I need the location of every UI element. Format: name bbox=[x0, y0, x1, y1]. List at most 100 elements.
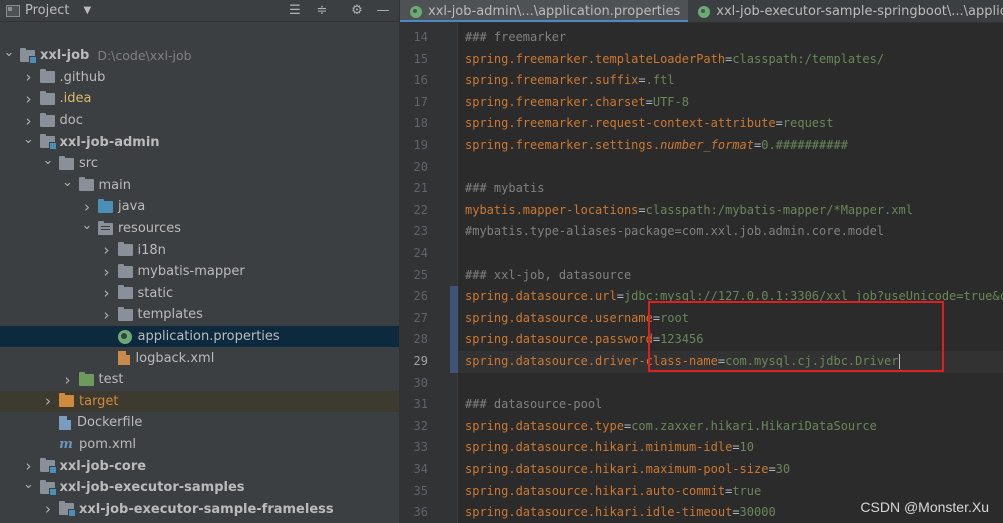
code-line: ### freemarker bbox=[458, 27, 1003, 49]
tree-item[interactable]: › i18n bbox=[0, 239, 399, 261]
operator: = bbox=[768, 462, 776, 476]
tree-item[interactable]: m pom.xml bbox=[0, 434, 399, 456]
tree-item-label: xxl-job-admin bbox=[59, 134, 160, 150]
maven-icon: m bbox=[59, 437, 73, 453]
chevron-down-icon[interactable]: ⌄ bbox=[80, 218, 94, 233]
property-key: spring.freemarker.charset bbox=[465, 94, 646, 109]
chevron-right-icon[interactable]: › bbox=[100, 284, 114, 302]
tree-item[interactable]: › mybatis-mapper bbox=[0, 261, 399, 283]
project-path: D:\code\xxl-job bbox=[97, 48, 192, 64]
property-key: spring.datasource.type bbox=[465, 418, 624, 433]
tree-item[interactable]: › java bbox=[0, 196, 399, 218]
tree-item-label: target bbox=[79, 393, 119, 409]
chevron-right-icon[interactable]: › bbox=[22, 112, 36, 130]
code-line: spring.freemarker.request-context-attrib… bbox=[458, 113, 1003, 135]
chevron-right-icon[interactable]: › bbox=[61, 371, 75, 389]
project-view-icon bbox=[6, 4, 20, 17]
tree-item[interactable]: › templates bbox=[0, 304, 399, 326]
tree-item-label: main bbox=[98, 177, 131, 193]
property-value: classpath:/mybatis-mapper/*Mapper.xml bbox=[645, 202, 913, 217]
tree-item[interactable]: › target bbox=[0, 390, 399, 413]
folder-icon bbox=[59, 155, 74, 170]
editor-tab-label: xxl-job-executor-sample-springboot\...\a… bbox=[716, 4, 1003, 19]
folder-icon bbox=[39, 90, 55, 105]
tree-item-label: application.properties bbox=[137, 329, 280, 345]
chevron-down-icon[interactable]: ⌄ bbox=[61, 175, 75, 190]
tree-item[interactable]: ⌄ xxl-job-executor-samples bbox=[0, 477, 399, 499]
code-line: spring.freemarker.settings.number_format… bbox=[458, 135, 1003, 157]
line-number: 32 bbox=[413, 418, 428, 433]
line-number: 14 bbox=[413, 30, 428, 44]
tree-item[interactable]: › test bbox=[0, 369, 399, 391]
tree-item[interactable]: ⌄ main bbox=[0, 175, 399, 197]
tree-item[interactable]: Dockerfile bbox=[0, 412, 399, 434]
code-line: spring.freemarker.templateLoaderPath=cla… bbox=[458, 49, 1003, 71]
gear-icon[interactable]: ⚙ bbox=[348, 2, 366, 20]
comment: ### freemarker bbox=[465, 30, 567, 44]
chevron-right-icon[interactable]: › bbox=[22, 90, 36, 108]
tree-item[interactable]: › doc bbox=[0, 110, 399, 132]
editor-tab[interactable]: xxl-job-admin\...\application.properties bbox=[400, 0, 689, 22]
chevron-down-icon[interactable]: ▼ bbox=[83, 5, 91, 16]
tree-item[interactable]: application.properties bbox=[0, 325, 399, 348]
chevron-right-icon[interactable]: › bbox=[100, 306, 114, 324]
property-key: spring.freemarker.request-context-attrib… bbox=[465, 116, 776, 131]
property-key: spring.datasource.hikari.maximum-pool-si… bbox=[465, 462, 769, 476]
property-value: classpath:/templates/ bbox=[732, 51, 885, 66]
chevron-down-icon[interactable]: ⌄ bbox=[41, 153, 55, 168]
operator: = bbox=[775, 116, 783, 131]
tree-item[interactable]: ⌄ xxl-job-admin bbox=[0, 131, 399, 153]
line-number: 30 bbox=[413, 375, 428, 390]
chevron-down-icon[interactable]: ⌄ bbox=[2, 45, 16, 60]
tree-item[interactable]: › static bbox=[0, 283, 399, 305]
source-folder-icon bbox=[98, 198, 113, 213]
chevron-right-icon[interactable]: › bbox=[22, 457, 36, 475]
vcs-change-marker[interactable] bbox=[450, 307, 458, 330]
line-number: 28 bbox=[413, 332, 428, 347]
code-line: spring.datasource.hikari.minimum-idle=10 bbox=[458, 437, 1003, 459]
watermark: CSDN @Monster.Xu bbox=[860, 499, 989, 515]
project-panel-header: Project ▼ ☰ ≑ ⚙ — bbox=[0, 0, 399, 22]
tree-item[interactable]: logback.xml bbox=[0, 347, 399, 369]
vcs-change-marker[interactable] bbox=[450, 286, 458, 308]
code-view[interactable]: ### freemarker spring.freemarker.template… bbox=[458, 23, 1003, 523]
spring-properties-icon bbox=[410, 5, 422, 18]
code-line: spring.freemarker.charset=UTF-8 bbox=[458, 92, 1003, 114]
tree-item[interactable]: ⌄ resources bbox=[0, 218, 399, 240]
folder-icon bbox=[117, 242, 133, 257]
chevron-down-icon[interactable]: ⌄ bbox=[22, 132, 36, 147]
project-panel-title[interactable]: Project bbox=[25, 3, 69, 18]
line-number: 23 bbox=[413, 224, 428, 239]
chevron-right-icon[interactable]: › bbox=[100, 263, 114, 281]
line-number: 22 bbox=[413, 202, 428, 217]
line-number: 26 bbox=[413, 289, 428, 304]
code-line: spring.datasource.hikari.maximum-pool-si… bbox=[458, 459, 1003, 481]
vcs-change-marker[interactable] bbox=[450, 329, 458, 351]
chevron-right-icon[interactable]: › bbox=[80, 198, 94, 216]
chevron-right-icon[interactable]: › bbox=[41, 392, 55, 410]
tree-item[interactable]: ⌄ src bbox=[0, 153, 399, 175]
property-value: true bbox=[732, 483, 762, 498]
vcs-change-marker[interactable] bbox=[450, 351, 458, 373]
tree-item[interactable]: › .github bbox=[0, 67, 399, 89]
expand-all-icon[interactable]: ☰ bbox=[286, 2, 304, 20]
editor-tab[interactable]: xxl-job-executor-sample-springboot\...\a… bbox=[688, 0, 1003, 22]
chevron-right-icon[interactable]: › bbox=[100, 241, 114, 259]
operator: = bbox=[732, 505, 740, 520]
tree-item[interactable]: › .idea bbox=[0, 88, 399, 110]
minimize-icon[interactable]: — bbox=[374, 2, 392, 20]
chevron-down-icon[interactable]: ⌄ bbox=[22, 477, 36, 492]
comment: #mybatis.type-aliases-package=com.xxl.jo… bbox=[465, 224, 885, 239]
tree-item-label: templates bbox=[137, 307, 203, 323]
tree-item[interactable]: › xxl-job-executor-sample-frameless bbox=[0, 499, 399, 521]
chevron-right-icon[interactable]: › bbox=[22, 68, 36, 86]
tree-item-label: xxl-job-executor-sample-frameless bbox=[79, 501, 334, 517]
property-key: spring.freemarker.settings. bbox=[465, 138, 661, 152]
collapse-all-icon[interactable]: ≑ bbox=[313, 2, 331, 20]
chevron-right-icon[interactable]: › bbox=[41, 500, 55, 518]
tree-item[interactable]: ⌄ xxl-job D:\code\xxl-job bbox=[0, 45, 399, 67]
module-folder-icon bbox=[39, 458, 57, 475]
tree-item[interactable]: › xxl-job-core bbox=[0, 455, 399, 477]
folder-icon bbox=[78, 177, 94, 192]
